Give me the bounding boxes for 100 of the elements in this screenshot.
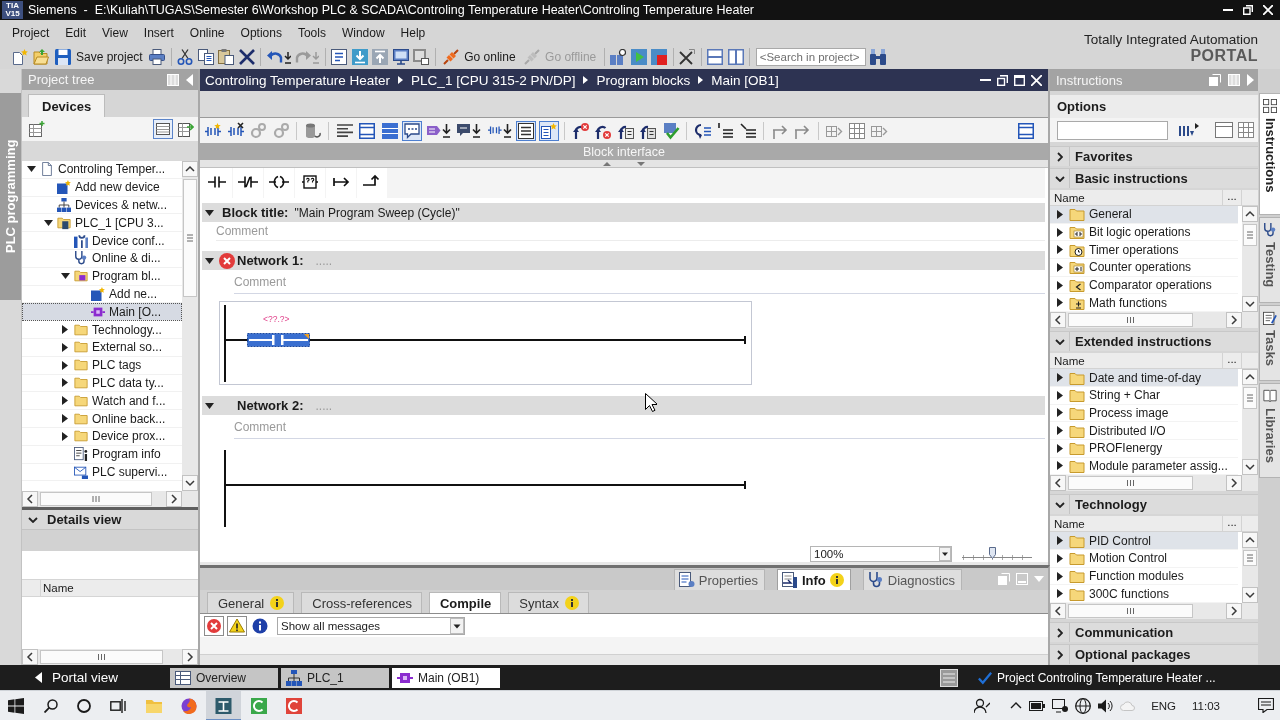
chevron-right-icon[interactable]	[1056, 151, 1063, 162]
vertical-scrollbar[interactable]	[1242, 532, 1258, 604]
ring-icon[interactable]	[77, 698, 91, 713]
maximize-icon[interactable]	[1014, 74, 1025, 86]
menu-item[interactable]: Help	[392, 23, 434, 42]
instruction-item[interactable]: Timer operations	[1050, 241, 1238, 260]
scroll-down-icon[interactable]	[1242, 587, 1258, 604]
vertical-scrollbar[interactable]	[1242, 369, 1258, 476]
scroll-thumb[interactable]	[1242, 387, 1258, 410]
tree-item[interactable]: Main [O...	[22, 303, 182, 322]
chevron-down-icon[interactable]	[1054, 175, 1065, 182]
side-tab[interactable]: Tasks	[1259, 304, 1280, 381]
branch-lines-icon[interactable]	[737, 120, 758, 141]
clock[interactable]: 11:03	[1192, 699, 1220, 712]
caret-right-icon[interactable]	[1057, 390, 1063, 400]
menu-item[interactable]: Insert	[135, 23, 182, 42]
tree-item[interactable]: External so...	[22, 338, 182, 357]
window-icon[interactable]	[1215, 122, 1233, 138]
editor-tab[interactable]: Overview	[170, 667, 278, 688]
chevron-right-icon[interactable]	[1056, 627, 1063, 638]
section-header[interactable]: Favorites	[1050, 146, 1258, 166]
instruction-item[interactable]: Bit logic operations	[1050, 223, 1238, 242]
arc-tile-icon[interactable]	[285, 697, 302, 714]
cut-icon[interactable]	[177, 49, 194, 65]
tree-item[interactable]: Devices & netw...	[22, 196, 182, 215]
caret-right-icon[interactable]	[1057, 426, 1063, 436]
breadcrumb-item[interactable]: Controling Temperature Heater	[205, 72, 391, 88]
new-document-icon[interactable]	[12, 49, 28, 65]
caret-right-icon[interactable]	[1057, 553, 1063, 563]
scroll-right-icon[interactable]	[1226, 603, 1242, 620]
inspector-subtab[interactable]: General	[207, 592, 295, 613]
tree-item[interactable]: Watch and f...	[22, 392, 182, 411]
caret-right-icon[interactable]	[1057, 245, 1063, 255]
chevron-down-icon[interactable]	[28, 516, 38, 523]
horizontal-scrollbar[interactable]	[1050, 312, 1242, 329]
scroll-thumb[interactable]	[1068, 312, 1193, 329]
side-tab[interactable]: Testing	[1259, 217, 1280, 303]
scroll-thumb[interactable]	[40, 491, 152, 507]
caret-down-icon[interactable]	[205, 402, 214, 409]
delete-icon[interactable]	[238, 49, 255, 65]
caret-right-icon[interactable]	[1057, 536, 1063, 546]
caret-right-icon[interactable]	[1057, 227, 1063, 237]
slider-thumb[interactable]	[988, 546, 996, 559]
scroll-left-icon[interactable]	[22, 491, 38, 507]
caret-right-icon[interactable]	[1057, 298, 1063, 308]
network-title-field[interactable]: .....	[313, 397, 424, 414]
horizontal-scrollbar[interactable]	[1050, 475, 1242, 492]
network-header[interactable]: Network 1: .....	[202, 251, 1045, 270]
scroll-right-icon[interactable]	[182, 649, 198, 665]
tree-item[interactable]: PLC supervi...	[22, 463, 182, 482]
section-header[interactable]: Basic instructions	[1050, 168, 1258, 188]
tree-item[interactable]: Device conf...	[22, 232, 182, 250]
inspector-tab[interactable]: Info	[776, 569, 851, 590]
caret-down-icon[interactable]	[26, 166, 36, 173]
normally-open-contact-icon[interactable]	[202, 168, 232, 198]
instruction-item[interactable]: Comparator operations	[1050, 276, 1238, 295]
scroll-right-icon[interactable]	[166, 491, 182, 507]
menu-item[interactable]: Window	[333, 23, 393, 42]
go-online-button[interactable]: Go online	[441, 47, 518, 67]
window-icon[interactable]	[357, 120, 377, 141]
scroll-down-icon[interactable]	[1242, 296, 1258, 313]
breadcrumb-item[interactable]: PLC_1 [CPU 315-2 PN/DP]	[411, 72, 576, 88]
instruction-item[interactable]: Date and time-of-day	[1050, 369, 1238, 387]
normally-closed-contact-icon[interactable]	[233, 168, 263, 198]
inspector-tab[interactable]: Properties	[673, 569, 765, 590]
download-icon[interactable]	[351, 49, 368, 65]
tree-item[interactable]: PLC tags	[22, 356, 182, 375]
scroll-up-icon[interactable]	[1242, 206, 1258, 222]
caret-right-icon[interactable]	[1057, 280, 1063, 290]
copy-icon[interactable]	[197, 49, 214, 65]
scroll-thumb[interactable]	[182, 179, 198, 297]
inspector-subtab[interactable]: Compile	[428, 592, 502, 613]
binoculars-icon[interactable]	[870, 49, 887, 65]
notification-icon[interactable]	[1258, 698, 1274, 713]
scroll-left-icon[interactable]	[1050, 475, 1066, 492]
split-vertical-icon[interactable]	[727, 49, 744, 65]
table-arrow-icon[interactable]	[178, 121, 194, 137]
undo-icon[interactable]	[266, 49, 291, 65]
caret-down-icon[interactable]	[205, 257, 214, 264]
inspector-tab[interactable]: Diagnostics	[862, 569, 962, 590]
tile-icon[interactable]	[206, 691, 241, 720]
section-header[interactable]: Communication	[1050, 622, 1258, 643]
message-filter-dropdown[interactable]: Show all messages	[277, 616, 465, 635]
scroll-thumb[interactable]	[40, 649, 163, 665]
instruction-item[interactable]: Motion Control	[1050, 550, 1238, 568]
globe-icon[interactable]	[1075, 697, 1092, 714]
error-filter-icon[interactable]	[204, 615, 224, 636]
caret-right-icon[interactable]	[1057, 373, 1063, 383]
list-icon[interactable]	[516, 120, 536, 141]
scroll-left-icon[interactable]	[22, 649, 38, 665]
caret-down-icon[interactable]	[60, 273, 70, 280]
network-status-icon[interactable]	[1052, 698, 1069, 713]
scroll-right-icon[interactable]	[1226, 312, 1242, 329]
instruction-item[interactable]: Counter operations	[1050, 259, 1238, 277]
vertical-scrollbar[interactable]	[182, 161, 198, 491]
breadcrumb-item[interactable]: Program blocks	[596, 72, 691, 88]
task-view-icon[interactable]	[110, 697, 126, 714]
battery-icon[interactable]	[1029, 700, 1046, 711]
tree-item[interactable]: Add new device	[22, 178, 182, 197]
scroll-up-icon[interactable]	[1242, 369, 1258, 386]
